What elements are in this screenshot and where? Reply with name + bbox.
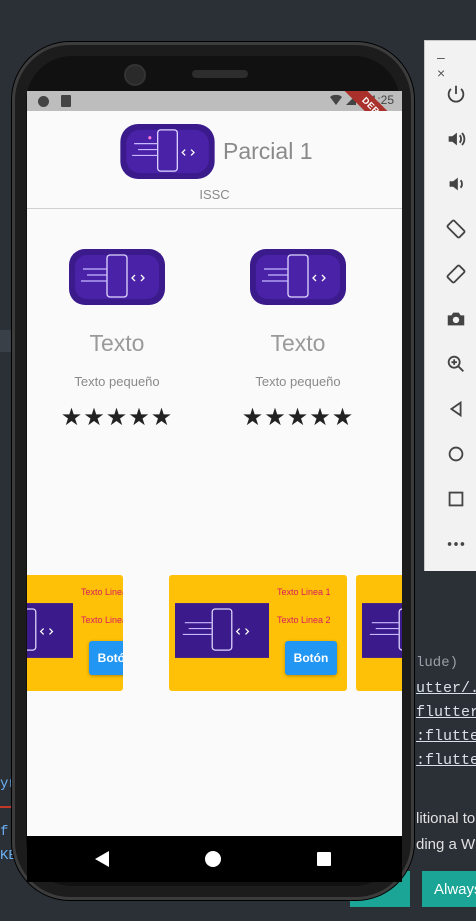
- star-rating: ★★★★★: [241, 404, 355, 431]
- always-button[interactable]: Always: [422, 871, 476, 907]
- console-link[interactable]: :flutte: [416, 728, 476, 745]
- overview-icon[interactable]: [443, 486, 469, 512]
- product-card[interactable]: Texto Texto pequeño ★★★★★: [42, 249, 192, 432]
- product-card[interactable]: Texto Texto pequeño ★★★★★: [223, 249, 373, 432]
- app-screen: 1:25 DEBUG Parcial 1 ISSC Texto Texto pe…: [27, 91, 402, 836]
- notification-dot-icon: [38, 96, 49, 107]
- close-button[interactable]: ×: [437, 65, 445, 81]
- page-subtitle: ISSC: [199, 187, 230, 202]
- nav-home-icon[interactable]: [205, 851, 221, 867]
- promo-card[interactable]: [356, 575, 402, 691]
- zoom-icon[interactable]: [443, 351, 469, 377]
- console-link[interactable]: flutter: [416, 704, 476, 721]
- star-rating: ★★★★★: [60, 404, 174, 431]
- card-image: [69, 249, 165, 305]
- page-title: Parcial 1: [223, 138, 313, 164]
- promo-line-1: Texto Linea 1: [81, 587, 123, 597]
- minimize-button[interactable]: –: [437, 49, 445, 65]
- card-title: Texto: [89, 330, 145, 356]
- card-subtitle: Texto pequeño: [74, 374, 160, 389]
- status-bar: 1:25: [27, 91, 402, 111]
- promo-line-2: Texto Linea 2: [81, 615, 123, 625]
- promo-image: [362, 603, 402, 658]
- notification-text: litional to: [416, 810, 476, 827]
- app-header: Parcial 1 ISSC: [27, 111, 402, 209]
- promo-card[interactable]: Texto Linea 1 Texto Linea 2 Botón: [169, 575, 347, 691]
- toolbar-window-controls: – ×: [437, 49, 476, 81]
- promo-button[interactable]: Botón: [285, 641, 337, 675]
- promo-button[interactable]: Botón: [89, 641, 123, 675]
- promo-image: [27, 603, 73, 658]
- home-icon[interactable]: [443, 441, 469, 467]
- notification-text: ding a W: [416, 836, 476, 853]
- volume-down-icon[interactable]: [443, 171, 469, 197]
- promo-card[interactable]: Texto Linea 1 Texto Linea 2 Botón: [27, 575, 123, 691]
- wifi-icon: [329, 95, 342, 105]
- card-title: Texto: [270, 330, 326, 356]
- front-camera-icon: [124, 64, 146, 86]
- console-link[interactable]: utter/.: [416, 680, 476, 697]
- rotate-right-icon[interactable]: [443, 261, 469, 287]
- promo-image: [175, 603, 269, 658]
- camera-icon[interactable]: [443, 306, 469, 332]
- nav-back-icon[interactable]: [95, 851, 109, 867]
- volume-up-icon[interactable]: [443, 126, 469, 152]
- speaker-grille: [192, 70, 248, 78]
- back-icon[interactable]: [443, 396, 469, 422]
- rotate-left-icon[interactable]: [443, 216, 469, 242]
- card-image: [250, 249, 346, 305]
- console-link[interactable]: :flutte: [416, 752, 476, 769]
- header-image: [120, 124, 215, 179]
- more-icon[interactable]: [443, 531, 469, 557]
- promo-line-2: Texto Linea 2: [277, 615, 331, 625]
- console-header: lude): [416, 655, 459, 671]
- sd-card-icon: [61, 95, 71, 107]
- promo-line-1: Texto Linea 1: [277, 587, 331, 597]
- power-icon[interactable]: [443, 81, 469, 107]
- nav-recent-apps-icon[interactable]: [317, 852, 331, 866]
- android-nav-bar: [27, 836, 402, 882]
- card-subtitle: Texto pequeño: [255, 374, 341, 389]
- emulator-toolbar: – ×: [424, 40, 476, 571]
